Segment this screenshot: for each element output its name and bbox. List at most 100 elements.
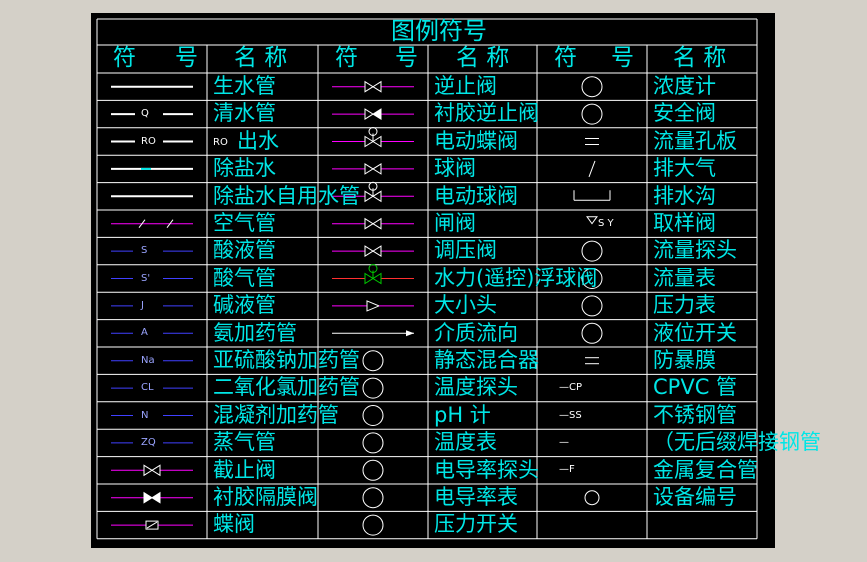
valve-symbol bbox=[372, 162, 382, 175]
component-name: （无后缀焊接钢管 bbox=[653, 430, 821, 455]
header-symbol-2a: 符 bbox=[335, 45, 358, 71]
component-name: 流量孔板 bbox=[653, 128, 737, 153]
valve-symbol bbox=[364, 162, 374, 175]
component-name: 液位开关 bbox=[653, 320, 737, 345]
valve-symbol bbox=[364, 135, 374, 148]
pipe-name: 二氧化氯加药管 bbox=[213, 375, 360, 400]
instrument-symbol bbox=[362, 459, 384, 481]
component-name: 大小头 bbox=[434, 293, 497, 318]
component-name: 电导率探头 bbox=[434, 457, 539, 482]
pipe-name: 空气管 bbox=[213, 211, 276, 235]
component-name: 介质流向 bbox=[434, 320, 518, 345]
sampling-valve-symbol bbox=[586, 216, 598, 225]
pipe-code-label: RO bbox=[141, 135, 156, 147]
component-name: 电导率表 bbox=[434, 485, 518, 509]
component-name: CPVC 管 bbox=[653, 375, 738, 400]
component-name: 排水沟 bbox=[653, 183, 716, 208]
pipe-code-label: A bbox=[141, 327, 148, 339]
component-name: 防暴膜 bbox=[653, 348, 716, 372]
valve-symbol bbox=[372, 135, 382, 148]
component-name: 排大气 bbox=[653, 156, 716, 181]
component-name: 温度表 bbox=[434, 430, 497, 455]
equipment-number-symbol bbox=[584, 490, 600, 506]
instrument-symbol bbox=[362, 514, 384, 536]
component-name: 水力(遥控)浮球阀 bbox=[434, 265, 598, 290]
valve-symbol bbox=[151, 464, 161, 477]
header-symbol-1a: 符 bbox=[113, 45, 136, 71]
pipe-name: 除盐水 bbox=[213, 156, 276, 181]
valve-symbol bbox=[372, 108, 382, 121]
header-symbol-2b: 号 bbox=[395, 45, 418, 71]
pipe-prefix-label: RO bbox=[213, 136, 228, 148]
valve-symbol bbox=[143, 491, 153, 504]
pipe-name: 碱液管 bbox=[213, 293, 276, 318]
valve-symbol bbox=[151, 491, 161, 504]
pipe-code-label: S bbox=[141, 245, 148, 257]
component-name: 调压阀 bbox=[434, 238, 497, 263]
pipe-name: 亚硫酸钠加药管 bbox=[213, 348, 360, 372]
valve-symbol bbox=[364, 217, 374, 230]
component-name: 球阀 bbox=[434, 156, 476, 181]
instrument-symbol bbox=[362, 350, 384, 372]
instrument-symbol bbox=[581, 103, 603, 125]
component-name: 金属复合管 bbox=[653, 457, 758, 482]
valve-symbol bbox=[372, 217, 382, 230]
instrument-symbol bbox=[581, 76, 603, 98]
legend-sheet: 图例符号 符 号 名 称 符 号 名 称 符 号 名 称 生水管 逆止阀 浓度计 清水… bbox=[91, 13, 821, 548]
component-name: 静态混合器 bbox=[434, 348, 539, 372]
pipe-name: 蝶阀 bbox=[213, 512, 255, 537]
header-name-3: 名 称 bbox=[673, 45, 727, 71]
valve-symbol bbox=[364, 272, 374, 285]
component-name: 衬胶逆止阀 bbox=[434, 101, 539, 126]
component-name: 压力开关 bbox=[434, 512, 518, 537]
component-name: 安全阀 bbox=[653, 101, 716, 126]
pipe-name: 截止阀 bbox=[213, 457, 276, 482]
component-name: 温度探头 bbox=[434, 375, 518, 400]
header-symbol-3b: 号 bbox=[611, 45, 634, 71]
pipe-name: 氨加药管 bbox=[213, 320, 297, 345]
component-name: 取样阀 bbox=[653, 211, 716, 235]
pipe-material-code: — bbox=[559, 436, 569, 448]
pipe-code-label: J bbox=[141, 299, 144, 311]
component-name: 压力表 bbox=[653, 293, 716, 318]
valve-symbol bbox=[372, 190, 382, 203]
pipe-name: 蒸气管 bbox=[213, 430, 276, 455]
valve-symbol bbox=[372, 272, 382, 285]
pipe-name: 出水 bbox=[237, 128, 279, 153]
pipe-code-label: Q bbox=[141, 108, 149, 120]
pipe-name: 除盐水自用水管 bbox=[213, 183, 360, 208]
component-name: 流量表 bbox=[653, 265, 716, 290]
instrument-symbol bbox=[581, 295, 603, 317]
component-name: 浓度计 bbox=[653, 74, 716, 98]
valve-symbol bbox=[364, 190, 374, 203]
valve-symbol bbox=[364, 245, 374, 258]
valve-symbol bbox=[364, 80, 374, 93]
vent-symbol bbox=[588, 160, 596, 178]
pipe-name: 清水管 bbox=[213, 101, 276, 126]
valve-symbol bbox=[143, 464, 153, 477]
pipe-name: 酸液管 bbox=[213, 238, 276, 263]
header-symbol-3a: 符 bbox=[554, 45, 577, 71]
valve-symbol bbox=[364, 108, 374, 121]
component-name: 闸阀 bbox=[434, 211, 476, 235]
header-name-1: 名 称 bbox=[234, 45, 288, 71]
pipe-name: 酸气管 bbox=[213, 265, 276, 290]
flow-direction-arrow bbox=[406, 330, 414, 337]
instrument-symbol bbox=[362, 432, 384, 454]
reducer-symbol bbox=[366, 300, 381, 312]
instrument-symbol bbox=[362, 377, 384, 399]
pipe-code-label: Na bbox=[141, 354, 155, 366]
sampling-valve-code: S Y bbox=[598, 217, 614, 229]
component-name: 电动球阀 bbox=[434, 183, 518, 208]
instrument-symbol bbox=[362, 487, 384, 509]
instrument-symbol bbox=[581, 322, 603, 344]
pipe-code-label: CL bbox=[141, 382, 154, 394]
component-name: 流量探头 bbox=[653, 238, 737, 263]
pipe-material-code: —F bbox=[559, 464, 575, 476]
pipe-material-code: —SS bbox=[559, 409, 582, 421]
pipe-code-label: N bbox=[141, 409, 149, 421]
legend-title: 图例符号 bbox=[391, 17, 487, 45]
component-name: 不锈钢管 bbox=[653, 402, 737, 427]
pipe-name: 生水管 bbox=[213, 74, 276, 98]
header-name-2: 名 称 bbox=[456, 45, 510, 71]
